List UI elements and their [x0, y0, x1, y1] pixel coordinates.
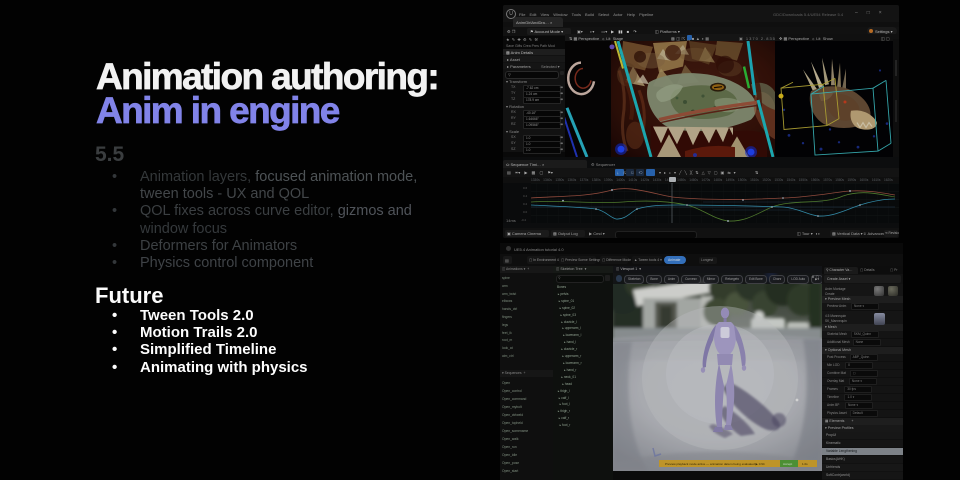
svg-text:0.0: 0.0 [523, 210, 528, 214]
svg-text:0.4: 0.4 [523, 194, 528, 198]
svg-text:0.6: 0.6 [523, 186, 528, 190]
svg-text:0.2: 0.2 [523, 202, 528, 206]
svg-text:-0.2: -0.2 [521, 218, 527, 222]
